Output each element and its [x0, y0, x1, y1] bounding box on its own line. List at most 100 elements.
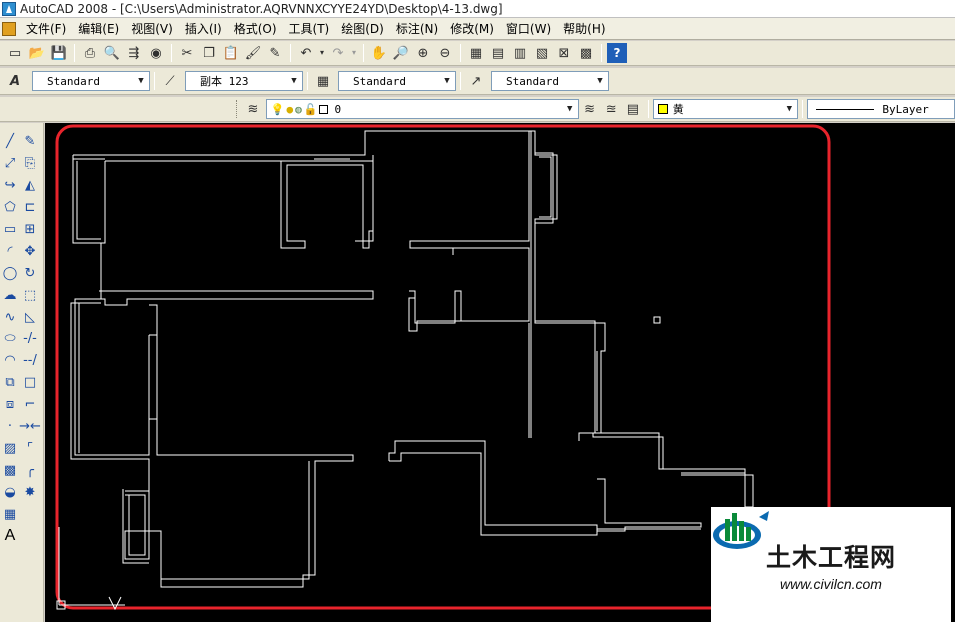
help-icon[interactable]: ?: [607, 43, 627, 63]
menu-format[interactable]: 格式(O): [228, 20, 283, 37]
menu-modify[interactable]: 修改(M): [444, 20, 500, 37]
save-icon[interactable]: 💾: [49, 43, 69, 63]
redo-dropdown-icon[interactable]: ▾: [350, 43, 358, 63]
trim-icon[interactable]: -/-: [20, 328, 40, 350]
table-style-select[interactable]: Standard ▼: [338, 71, 456, 91]
document-menu-icon[interactable]: [2, 21, 16, 36]
light-bulb-icon[interactable]: 💡: [271, 103, 285, 116]
lock-icon[interactable]: 🔓: [304, 103, 318, 116]
break-at-point-icon[interactable]: □: [20, 372, 40, 394]
scale-icon[interactable]: ⬚: [20, 284, 40, 306]
autocad-app-icon[interactable]: [2, 1, 16, 16]
line-icon[interactable]: ╱: [0, 131, 20, 153]
move-icon[interactable]: ✥: [20, 240, 40, 262]
text-style-icon[interactable]: A: [5, 71, 25, 91]
make-object-layer-current-icon[interactable]: ≋: [580, 99, 600, 119]
region-icon[interactable]: ◒: [0, 481, 20, 503]
offset-icon[interactable]: ⊏: [20, 197, 40, 219]
properties-icon[interactable]: ▦: [466, 43, 486, 63]
revision-cloud-icon[interactable]: ☁: [0, 284, 20, 306]
design-center-icon[interactable]: ▤: [488, 43, 508, 63]
undo-icon[interactable]: ↶: [296, 43, 316, 63]
explode-icon[interactable]: ✸: [20, 481, 40, 503]
tool-palettes-icon[interactable]: ▥: [510, 43, 530, 63]
chevron-down-icon: ▼: [291, 76, 297, 86]
menu-edit[interactable]: 编辑(E): [72, 20, 125, 37]
fillet-icon[interactable]: ╭: [20, 459, 40, 481]
table-icon[interactable]: ▦: [0, 503, 20, 525]
zoom-previous-icon[interactable]: ⊖: [435, 43, 455, 63]
stretch-icon[interactable]: ◺: [20, 306, 40, 328]
zoom-window-icon[interactable]: ⊕: [413, 43, 433, 63]
menu-draw[interactable]: 绘图(D): [335, 20, 390, 37]
text-style-select[interactable]: Standard ▼: [32, 71, 150, 91]
sun-icon[interactable]: ●: [286, 103, 293, 116]
menu-help[interactable]: 帮助(H): [557, 20, 611, 37]
menu-tools[interactable]: 工具(T): [283, 20, 336, 37]
new-file-icon[interactable]: ▭: [5, 43, 25, 63]
cut-icon[interactable]: ✂: [177, 43, 197, 63]
multileader-style-icon[interactable]: ↗: [466, 71, 486, 91]
print-icon[interactable]: ⎙: [80, 43, 100, 63]
polygon-icon[interactable]: ⬠: [0, 197, 20, 219]
hatch-icon[interactable]: ▨: [0, 437, 20, 459]
ellipse-icon[interactable]: ⬭: [0, 328, 20, 350]
point-icon[interactable]: ·: [0, 416, 20, 438]
paste-icon[interactable]: 📋: [221, 43, 241, 63]
dimension-style-icon[interactable]: ⟋: [160, 71, 180, 91]
drawing-canvas[interactable]: 土木工程网 www.civilcn.com: [45, 123, 955, 622]
sheet-set-manager-icon[interactable]: ▧: [532, 43, 552, 63]
break-icon[interactable]: ⌐: [20, 394, 40, 416]
table-style-icon[interactable]: ▦: [313, 71, 333, 91]
block-editor-icon[interactable]: ✎: [265, 43, 285, 63]
menu-dimension[interactable]: 标注(N): [390, 20, 444, 37]
insert-block-icon[interactable]: ⧉: [0, 372, 20, 394]
array-icon[interactable]: ⊞: [20, 219, 40, 241]
quick-calc-icon[interactable]: ▩: [576, 43, 596, 63]
open-file-icon[interactable]: 📂: [27, 43, 47, 63]
gradient-icon[interactable]: ▩: [0, 459, 20, 481]
3d-dwf-icon[interactable]: ◉: [146, 43, 166, 63]
zoom-realtime-icon[interactable]: 🔎: [391, 43, 411, 63]
dimension-style-select[interactable]: 副本 123 ▼: [185, 71, 303, 91]
viewport-freeze-icon[interactable]: ◍: [295, 103, 302, 116]
menu-file[interactable]: 文件(F): [20, 20, 72, 37]
menu-insert[interactable]: 插入(I): [179, 20, 228, 37]
layer-properties-manager-icon[interactable]: ≋: [243, 99, 263, 119]
redo-icon[interactable]: ↷: [328, 43, 348, 63]
ellipse-arc-icon[interactable]: ◠: [0, 350, 20, 372]
linetype-select[interactable]: ByLayer: [807, 99, 955, 119]
multiline-text-icon[interactable]: A: [0, 525, 20, 547]
undo-dropdown-icon[interactable]: ▾: [318, 43, 326, 63]
copy-object-icon[interactable]: ⎘: [20, 153, 40, 175]
make-block-icon[interactable]: ⧈: [0, 394, 20, 416]
menu-window[interactable]: 窗口(W): [500, 20, 557, 37]
color-select[interactable]: 黄 ▼: [652, 99, 799, 119]
construction-line-icon[interactable]: ⤢: [0, 153, 20, 175]
circle-icon[interactable]: ◯: [0, 262, 20, 284]
rectangle-icon[interactable]: ▭: [0, 219, 20, 241]
extend-icon[interactable]: --/: [20, 350, 40, 372]
arc-icon[interactable]: ◜: [0, 240, 20, 262]
toolbar-grip[interactable]: [236, 100, 239, 118]
copy-icon[interactable]: ❐: [199, 43, 219, 63]
layer-select[interactable]: 💡 ● ◍ 🔓 0 ▼: [265, 99, 579, 119]
match-properties-icon[interactable]: 🖌: [243, 43, 263, 63]
layer-previous-icon[interactable]: ≊: [601, 99, 621, 119]
markup-set-manager-icon[interactable]: ⊠: [554, 43, 574, 63]
erase-icon[interactable]: ✎: [20, 131, 40, 153]
join-icon[interactable]: →←: [19, 416, 41, 438]
mirror-icon[interactable]: ◭: [20, 175, 40, 197]
rotate-icon[interactable]: ↻: [20, 262, 40, 284]
multileader-style-select[interactable]: Standard ▼: [491, 71, 609, 91]
publish-icon[interactable]: ⇶: [124, 43, 144, 63]
pan-realtime-icon[interactable]: ✋: [369, 43, 389, 63]
menu-view[interactable]: 视图(V): [125, 20, 179, 37]
chamfer-icon[interactable]: ⌜: [20, 437, 40, 459]
print-preview-icon[interactable]: 🔍: [102, 43, 122, 63]
watermark-url: www.civilcn.com: [780, 575, 882, 592]
color-swatch: [657, 104, 668, 114]
spline-icon[interactable]: ∿: [0, 306, 20, 328]
layer-states-icon[interactable]: ▤: [623, 99, 643, 119]
polyline-icon[interactable]: ↪: [0, 175, 20, 197]
